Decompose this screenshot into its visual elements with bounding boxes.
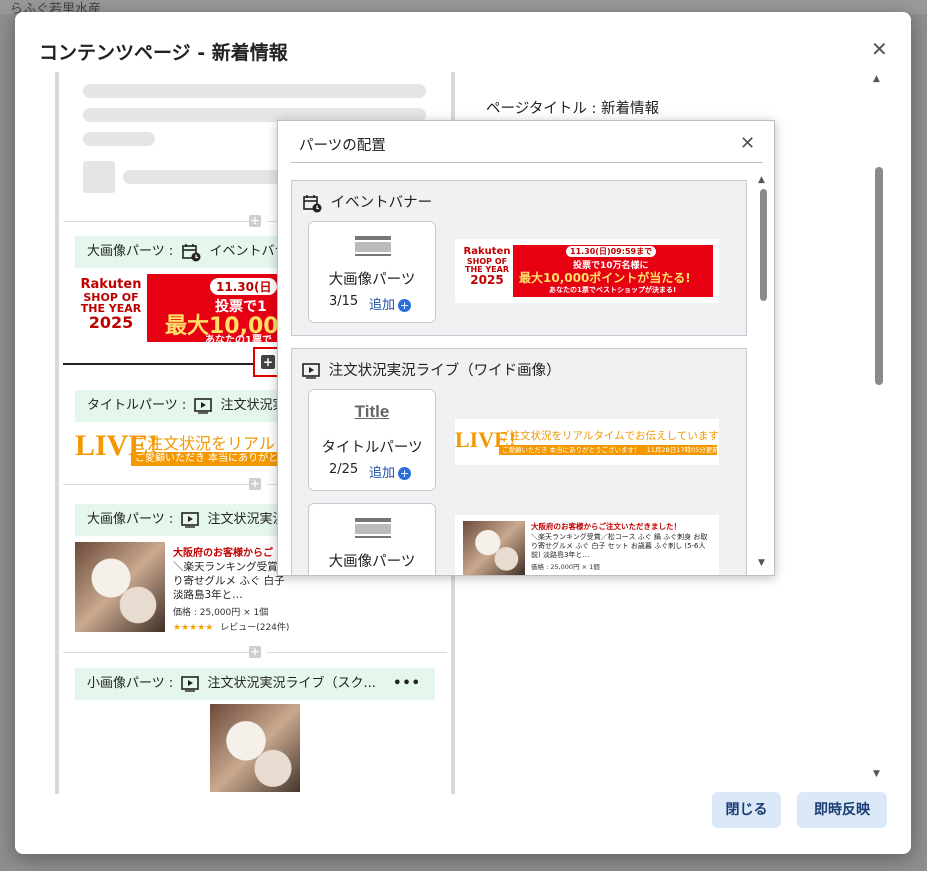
product-desc: ＼楽天ランキング受賞／松コース ふぐ 鍋 ふぐ刺身 お取り寄せグルメ ふぐ 白子… — [531, 533, 708, 559]
part-card[interactable]: 大画像パーツ — [308, 503, 436, 575]
part-type-label: 大画像パーツ : — [87, 244, 174, 259]
banner-sub: あなたの1票でベストショップが決まる! — [549, 286, 677, 294]
section-live-wide: 注文状況実況ライブ（ワイド画像） Title タイトルパーツ 2/25 追加 + … — [291, 348, 747, 575]
logo-line: Rakuten — [80, 277, 142, 292]
card-name: タイトルパーツ — [321, 440, 423, 456]
insertion-line — [63, 363, 253, 365]
product-title: 大阪府のお客様からご — [173, 548, 273, 559]
skeleton-line — [83, 84, 426, 98]
logo-line: 2025 — [88, 312, 134, 332]
rakuten-logo: Rakuten SHOP OF THE YEAR 2025 — [461, 245, 513, 297]
banner-date: 11.30(日 — [210, 278, 278, 295]
product-desc: ＼楽天ランキング受賞 り寄せグルメ ふぐ 白子 淡路島3年と… — [173, 561, 285, 601]
add-button[interactable]: 追加 + — [369, 462, 412, 481]
live-bar: ご愛顧いただき 本当にありがとうございます！ 11月28日17時05分更新 — [499, 445, 719, 455]
part-card[interactable]: 大画像パーツ 3/15 追加 + — [308, 221, 436, 323]
apply-now-button[interactable]: 即時反映 — [797, 792, 887, 828]
calendar-clock-icon — [182, 243, 201, 261]
product-title: 大阪府のお客様からご注文いただきました！ — [531, 522, 681, 531]
popup-body: イベントバナー 大画像パーツ 3/15 追加 + Rakuten SHOP OF … — [278, 163, 775, 575]
section-title-text: イベントバナー — [330, 195, 433, 211]
part-type-label: タイトルパーツ : — [87, 398, 187, 413]
live-message: ご注文状況をリアルタ — [131, 434, 291, 453]
product-preview: 大阪府のお客様からご注文いただきました！ ＼楽天ランキング受賞／松コース ふぐ … — [455, 515, 719, 575]
live-play-icon — [194, 397, 213, 414]
skeleton-thumb — [83, 161, 115, 193]
add-circle-icon: + — [398, 467, 412, 480]
insert-plus-icon[interactable]: + — [249, 478, 261, 490]
product-image — [75, 542, 165, 632]
close-button[interactable]: 閉じる — [712, 792, 781, 828]
card-name: 大画像パーツ — [328, 272, 416, 288]
product-image — [210, 704, 300, 792]
live-play-icon — [181, 511, 200, 528]
insert-plus-icon[interactable]: + — [249, 646, 261, 658]
title-text-icon: Title — [354, 402, 390, 421]
live-message: ご注文状況をリアルタイムでお伝えしています — [499, 430, 719, 442]
part-header[interactable]: 小画像パーツ : 注文状況実況ライブ（スク... ••• — [75, 668, 435, 700]
rakuten-logo: Rakuten SHOP OF THE YEAR 2025 — [75, 274, 147, 342]
section-event-banner: イベントバナー 大画像パーツ 3/15 追加 + Rakuten SHOP OF … — [291, 180, 747, 336]
card-count: 3/15 — [329, 294, 359, 309]
card-name: 大画像パーツ — [328, 554, 416, 570]
section-title-text: 注文状況実況ライブ（ワイド画像） — [328, 363, 561, 379]
product-price: 価格 : 25,000円 × 1個 — [531, 563, 600, 571]
part-card[interactable]: Title タイトルパーツ 2/25 追加 + — [308, 389, 436, 491]
live-bar-text: ご愛顧いただき 本当にありがとうございます！ — [502, 446, 641, 454]
logo-line: 2025 — [470, 273, 504, 288]
insert-plus-icon[interactable]: + — [249, 215, 261, 227]
divider — [63, 484, 251, 485]
live-updated: 11月28日17時05分更新 — [646, 446, 719, 454]
banner-big: 最大10,000ポイントが当たる! — [519, 271, 691, 285]
stars: ★★★★★ — [173, 623, 214, 633]
card-count: 2/25 — [329, 462, 359, 477]
part-type-label: 小画像パーツ : — [87, 676, 174, 691]
banner-sub: あなたの1票で — [205, 335, 272, 342]
product-rating: ★★★★★ レビュー(224件) — [173, 620, 289, 633]
rakuten-banner: Rakuten SHOP OF THE YEAR 2025 11.30(日)09… — [455, 239, 719, 303]
skeleton-line — [83, 132, 155, 146]
more-options-icon[interactable]: ••• — [393, 668, 421, 700]
scrollbar-thumb[interactable] — [875, 167, 883, 385]
live-banner: LIVE! ご注文状況をリアルタイムでお伝えしています ご愛顧いただき 本当にあ… — [455, 419, 719, 465]
review-count: レビュー(224件) — [220, 623, 290, 633]
modal-close-icon[interactable]: ✕ — [871, 39, 888, 59]
add-circle-icon: + — [398, 299, 412, 312]
modal-title: コンテンツページ - 新着情報 — [39, 42, 288, 64]
parts-placement-popup: パーツの配置 ✕ ▲ ▼ イベントバナー 大画像パーツ 3/15 追加 + Rak… — [277, 120, 775, 576]
add-label: 追加 — [369, 466, 396, 481]
add-label: 追加 — [369, 298, 396, 313]
banner-date: 11.30(日)09:59まで — [566, 246, 657, 257]
scroll-up-icon[interactable]: ▲ — [873, 74, 880, 84]
divider — [267, 652, 447, 653]
image-placeholder-icon — [355, 236, 391, 256]
image-placeholder-icon — [355, 518, 391, 538]
add-button[interactable]: 追加 + — [369, 294, 412, 313]
calendar-clock-icon — [303, 195, 322, 213]
page-title-label: ページタイトル : 新着情報 — [486, 101, 660, 117]
popup-close-icon[interactable]: ✕ — [740, 133, 755, 154]
logo-line: Rakuten — [463, 246, 511, 257]
part-type-label: 大画像パーツ : — [87, 512, 174, 527]
part-content-label: 注文状況実況ライブ（スク... — [207, 676, 376, 691]
scroll-down-icon[interactable]: ▼ — [873, 769, 880, 779]
plus-icon: + — [261, 355, 275, 369]
divider — [63, 221, 251, 222]
product-price: 価格 : 25,000円 × 1個 — [173, 608, 269, 618]
live-play-icon — [302, 363, 320, 379]
section-title: イベントバナー — [302, 191, 432, 213]
live-play-icon — [181, 675, 200, 692]
divider — [63, 652, 251, 653]
product-image — [463, 521, 525, 575]
section-title: 注文状況実況ライブ（ワイド画像） — [302, 359, 561, 380]
popup-title: パーツの配置 — [299, 138, 386, 154]
